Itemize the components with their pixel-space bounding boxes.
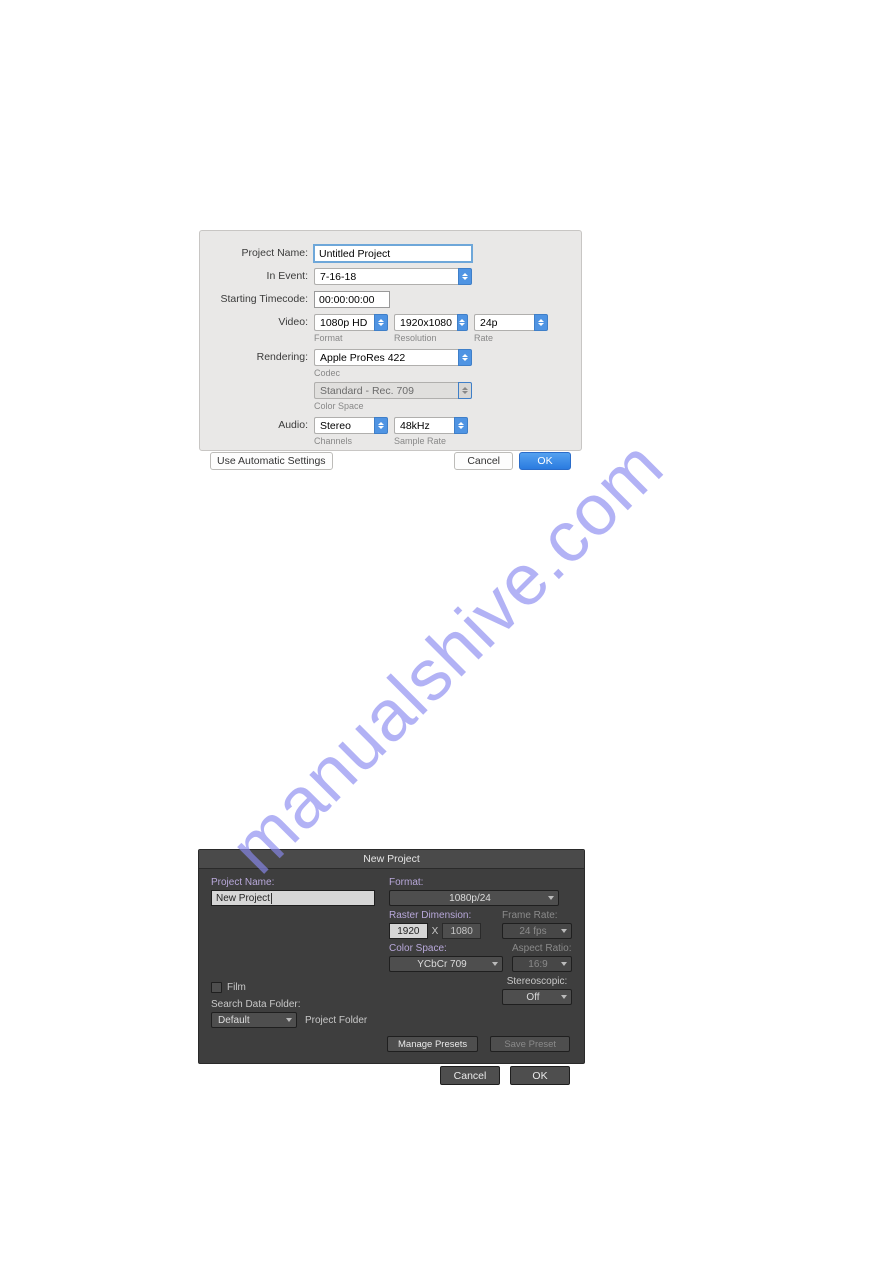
- rendering-color-space-sublabel: Color Space: [314, 401, 472, 411]
- audio-label: Audio:: [210, 417, 314, 431]
- video-resolution-value: 1920x1080: [394, 314, 457, 331]
- project-name-input[interactable]: New Project: [211, 890, 375, 906]
- chevron-updown-icon: [458, 382, 472, 399]
- chevron-down-icon: [561, 962, 567, 966]
- in-event-select[interactable]: 7-16-18: [314, 268, 472, 285]
- in-event-value: 7-16-18: [314, 268, 458, 285]
- format-value: 1080p/24: [449, 893, 491, 904]
- cancel-button[interactable]: Cancel: [440, 1066, 500, 1085]
- rendering-row: Rendering: Apple ProRes 422 Codec Standa…: [210, 349, 571, 411]
- chevron-down-icon: [286, 1018, 292, 1022]
- chevron-updown-icon: [534, 314, 548, 331]
- save-preset-button: Save Preset: [490, 1036, 570, 1052]
- color-space-label: Color Space:: [389, 943, 503, 954]
- chevron-updown-icon: [374, 417, 388, 434]
- film-checkbox-row[interactable]: Film: [211, 982, 375, 993]
- new-project-dialog: New Project Project Name: New Project Fi…: [198, 849, 585, 1064]
- raster-x-label: X: [428, 923, 443, 939]
- raster-width-input[interactable]: 1920: [389, 923, 428, 939]
- stereoscopic-value: Off: [526, 992, 539, 1003]
- video-label: Video:: [210, 314, 314, 328]
- chevron-updown-icon: [457, 314, 468, 331]
- video-format-sublabel: Format: [314, 333, 388, 343]
- starting-timecode-row: Starting Timecode:: [210, 291, 571, 308]
- watermark-text: manualshive.com: [214, 424, 679, 889]
- ok-button[interactable]: OK: [519, 452, 571, 470]
- raster-height-input[interactable]: 1080: [442, 923, 481, 939]
- project-name-row: Project Name:: [210, 245, 571, 262]
- video-rate-sublabel: Rate: [474, 333, 548, 343]
- audio-sample-rate-value: 48kHz: [394, 417, 454, 434]
- stereoscopic-select[interactable]: Off: [502, 989, 572, 1005]
- chevron-down-icon: [561, 929, 567, 933]
- film-checkbox[interactable]: [211, 982, 222, 993]
- aspect-ratio-label: Aspect Ratio:: [512, 943, 572, 954]
- dialog-title: New Project: [199, 850, 584, 869]
- audio-sample-rate-sublabel: Sample Rate: [394, 436, 468, 446]
- project-name-value: New Project: [216, 893, 270, 904]
- chevron-updown-icon: [458, 349, 472, 366]
- chevron-updown-icon: [454, 417, 468, 434]
- audio-sample-rate-select[interactable]: 48kHz: [394, 417, 468, 434]
- cancel-button[interactable]: Cancel: [454, 452, 513, 470]
- in-event-row: In Event: 7-16-18: [210, 268, 571, 285]
- rendering-label: Rendering:: [210, 349, 314, 363]
- in-event-label: In Event:: [210, 268, 314, 282]
- project-settings-dialog: Project Name: In Event: 7-16-18 Starting…: [199, 230, 582, 451]
- rendering-color-space-value: Standard - Rec. 709: [314, 382, 458, 399]
- chevron-updown-icon: [458, 268, 472, 285]
- rendering-codec-select[interactable]: Apple ProRes 422: [314, 349, 472, 366]
- audio-channels-select[interactable]: Stereo: [314, 417, 388, 434]
- video-format-value: 1080p HD: [314, 314, 374, 331]
- search-data-folder-select[interactable]: Default: [211, 1012, 297, 1028]
- dialog1-footer: Use Automatic Settings Cancel OK: [210, 452, 571, 470]
- frame-rate-value: 24 fps: [519, 926, 546, 937]
- chevron-down-icon: [492, 962, 498, 966]
- video-resolution-sublabel: Resolution: [394, 333, 468, 343]
- rendering-color-space-select: Standard - Rec. 709: [314, 382, 472, 399]
- search-data-folder-label: Search Data Folder:: [211, 999, 375, 1010]
- project-name-label: Project Name:: [210, 245, 314, 259]
- raster-label: Raster Dimension:: [389, 910, 481, 921]
- audio-channels-sublabel: Channels: [314, 436, 388, 446]
- color-space-select[interactable]: YCbCr 709: [389, 956, 503, 972]
- color-space-value: YCbCr 709: [417, 959, 466, 970]
- stereoscopic-label: Stereoscopic:: [502, 976, 572, 987]
- video-resolution-select[interactable]: 1920x1080: [394, 314, 468, 331]
- ok-button[interactable]: OK: [510, 1066, 570, 1085]
- chevron-down-icon: [561, 995, 567, 999]
- format-label: Format:: [389, 877, 572, 888]
- text-cursor-icon: [271, 893, 272, 904]
- aspect-ratio-select: 16:9: [512, 956, 572, 972]
- aspect-ratio-value: 16:9: [528, 959, 547, 970]
- video-rate-value: 24p: [474, 314, 534, 331]
- project-folder-label: Project Folder: [305, 1015, 367, 1026]
- video-rate-select[interactable]: 24p: [474, 314, 548, 331]
- audio-channels-value: Stereo: [314, 417, 374, 434]
- frame-rate-select: 24 fps: [502, 923, 572, 939]
- chevron-updown-icon: [374, 314, 388, 331]
- rendering-codec-sublabel: Codec: [314, 368, 472, 378]
- starting-timecode-label: Starting Timecode:: [210, 291, 314, 305]
- search-data-folder-value: Default: [218, 1015, 250, 1026]
- format-select[interactable]: 1080p/24: [389, 890, 559, 906]
- video-row: Video: 1080p HD Format 1920x1080 Resolut…: [210, 314, 571, 343]
- manage-presets-button[interactable]: Manage Presets: [387, 1036, 478, 1052]
- audio-row: Audio: Stereo Channels 48kHz Sample Rate: [210, 417, 571, 446]
- use-automatic-settings-button[interactable]: Use Automatic Settings: [210, 452, 333, 470]
- starting-timecode-input[interactable]: [314, 291, 390, 308]
- rendering-codec-value: Apple ProRes 422: [314, 349, 458, 366]
- chevron-down-icon: [548, 896, 554, 900]
- film-label: Film: [227, 982, 246, 993]
- project-name-label: Project Name:: [211, 877, 375, 888]
- project-name-input[interactable]: [314, 245, 472, 262]
- frame-rate-label: Frame Rate:: [502, 910, 572, 921]
- video-format-select[interactable]: 1080p HD: [314, 314, 388, 331]
